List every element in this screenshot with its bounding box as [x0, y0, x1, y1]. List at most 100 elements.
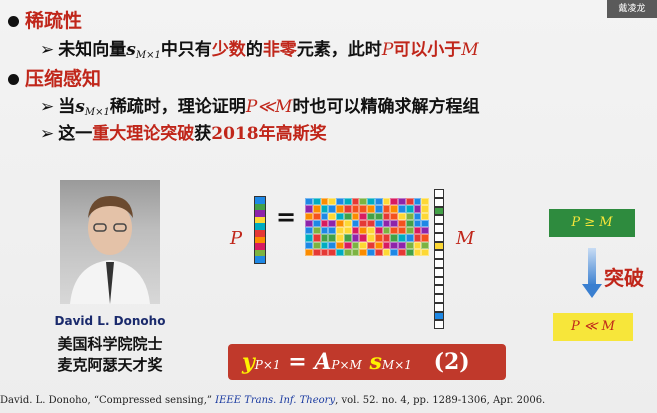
- matrix-cell: [421, 248, 429, 256]
- matrix-cell: [336, 234, 344, 242]
- matrix-cell: [421, 198, 429, 206]
- matrix-cell: [367, 241, 375, 249]
- matrix-cell: [367, 234, 375, 242]
- matrix-cell: [320, 205, 329, 213]
- y-vector-cell: [255, 223, 265, 230]
- s-vector-cell: [434, 320, 444, 329]
- matrix-cell: [374, 198, 383, 206]
- matrix-cell: [421, 234, 429, 242]
- matrix-cell: [398, 198, 406, 206]
- matrix-cell: [405, 227, 414, 235]
- matrix-cell: [343, 198, 352, 206]
- matrix-cell: [398, 205, 406, 213]
- matrix-cell: [382, 219, 391, 227]
- matrix-cell: [351, 205, 360, 213]
- matrix-cell: [328, 241, 336, 249]
- y-vector-cell: [255, 210, 265, 217]
- matrix-cell: [359, 205, 367, 213]
- matrix-cell: [382, 241, 391, 249]
- matrix-cell: [367, 219, 375, 227]
- s-vector-cell: [434, 215, 444, 224]
- bullet-title: 稀疏性: [25, 10, 83, 32]
- y-vector-cell: [255, 236, 265, 244]
- matrix-cell: [351, 212, 360, 220]
- matrix-cell: [305, 227, 313, 235]
- sub-cs-1: ➢ 当sM×1稀疏时，理论证明P≪M时也可以精确求解方程组: [40, 97, 480, 118]
- matrix-cell: [405, 248, 414, 256]
- bullet-compressed-sensing: 压缩感知: [8, 64, 101, 91]
- matrix-cell: [343, 227, 352, 235]
- matrix-cell: [398, 234, 406, 242]
- s-vector-cell: [434, 259, 444, 268]
- matrix-cell: [351, 227, 360, 235]
- matrix-cell: [421, 219, 429, 227]
- matrix-cell: [359, 248, 367, 256]
- y-vector-cell: [255, 229, 265, 237]
- person-title-2: 麦克阿瑟天才奖: [57, 356, 163, 374]
- matrix-cell: [305, 234, 313, 242]
- matrix-cell: [398, 219, 406, 227]
- y-vector: [254, 196, 266, 264]
- matrix-cell: [359, 219, 367, 227]
- matrix-cell: [328, 198, 336, 206]
- matrix-cell: [336, 198, 344, 206]
- matrix-cell: [374, 241, 383, 249]
- matrix-cell: [351, 248, 360, 256]
- matrix-cell: [320, 198, 329, 206]
- matrix-cell: [405, 205, 414, 213]
- matrix-cell: [390, 198, 398, 206]
- matrix-cell: [382, 248, 391, 256]
- p-ll-m-box: P ≪ M: [553, 313, 633, 341]
- matrix-cell: [390, 205, 398, 213]
- matrix-cell: [359, 198, 367, 206]
- matrix-cell: [413, 234, 422, 242]
- sub-sparsity: ➢ 未知向量sM×1中只有少数的非零元素，此时P可以小于M: [40, 40, 479, 61]
- s-vector-cell: [434, 285, 444, 294]
- matrix-cell: [343, 205, 352, 213]
- matrix-cell: [305, 198, 313, 206]
- matrix-cell: [421, 227, 429, 235]
- s-vector-cell: [434, 232, 444, 242]
- matrix-cell: [359, 234, 367, 242]
- matrix-cell: [390, 219, 398, 227]
- y-vector-cell: [255, 243, 265, 250]
- bullet-title: 压缩感知: [25, 68, 102, 90]
- s-vector-cell: [434, 276, 444, 286]
- matrix-cell: [320, 212, 329, 220]
- matrix-cell: [343, 241, 352, 249]
- s-vector-cell: [434, 302, 444, 312]
- matrix-cell: [328, 227, 336, 235]
- bullet-sparsity: 稀疏性: [8, 6, 82, 33]
- matrix-cell: [398, 241, 406, 249]
- matrix-cell: [374, 205, 383, 213]
- matrix-cell: [390, 248, 398, 256]
- matrix-cell: [320, 241, 329, 249]
- y-vector-cell: [255, 216, 265, 224]
- presenter-badge: 戴凌龙: [607, 0, 657, 18]
- matrix-cell: [312, 227, 321, 235]
- matrix-cell: [351, 234, 360, 242]
- matrix-cell: [351, 219, 360, 227]
- matrix-cell: [421, 212, 429, 220]
- matrix-cell: [405, 212, 414, 220]
- matrix-cell: [413, 227, 422, 235]
- y-vector-cell: [255, 197, 265, 204]
- y-vector-cell: [255, 203, 265, 211]
- matrix-cell: [320, 234, 329, 242]
- matrix-cell: [382, 205, 391, 213]
- matrix-cell: [312, 248, 321, 256]
- matrix-cell: [359, 227, 367, 235]
- matrix-cell: [367, 198, 375, 206]
- bullet-dot: [8, 16, 19, 27]
- matrix-cell: [343, 248, 352, 256]
- matrix-cell: [312, 241, 321, 249]
- matrix-cell: [312, 205, 321, 213]
- y-vector-cell: [255, 249, 265, 257]
- matrix-cell: [312, 198, 321, 206]
- s-vector-cell: [434, 250, 444, 259]
- matrix-cell: [390, 234, 398, 242]
- s-vector-cell: [434, 224, 444, 233]
- equation-box: yP×1 = AP×M sM×1 (2): [228, 344, 506, 380]
- matrix-cell: [413, 198, 422, 206]
- s-vector-cell: [434, 206, 444, 216]
